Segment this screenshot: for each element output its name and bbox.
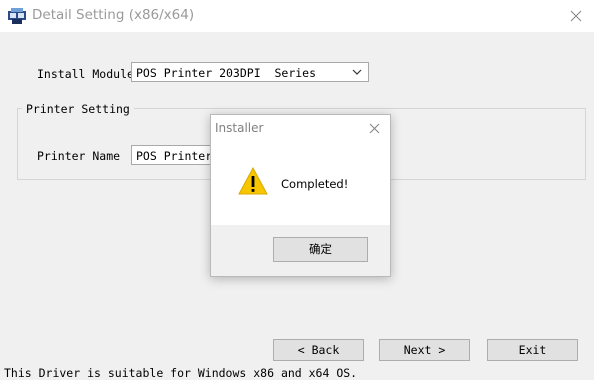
chevron-down-icon: [352, 69, 362, 75]
window-title: Detail Setting (x86/x64): [32, 7, 195, 23]
dialog-button-area: 确定: [211, 225, 390, 276]
dialog-close-icon[interactable]: [369, 123, 380, 134]
ok-button[interactable]: 确定: [273, 237, 368, 262]
detail-setting-window: Detail Setting (x86/x64) Install Module …: [0, 0, 594, 380]
back-button[interactable]: < Back: [273, 339, 364, 361]
dialog-message: Completed!: [281, 177, 349, 191]
installer-dialog: Installer Completed! 确定: [210, 114, 391, 277]
warning-icon: [238, 167, 268, 195]
dialog-title: Installer: [215, 121, 264, 135]
printer-setting-label: Printer Setting: [22, 102, 134, 116]
printer-name-value: POS Printer: [136, 149, 213, 163]
printer-name-label: Printer Name: [37, 149, 121, 163]
footer-text: This Driver is suitable for Windows x86 …: [4, 366, 358, 380]
title-bar: Detail Setting (x86/x64): [0, 0, 594, 32]
install-module-label: Install Module: [37, 67, 134, 81]
printer-name-field[interactable]: POS Printer: [131, 145, 221, 165]
install-module-select[interactable]: POS Printer 203DPI Series: [131, 62, 369, 82]
printer-app-icon: [8, 8, 26, 24]
next-button[interactable]: Next >: [379, 339, 470, 361]
close-icon[interactable]: [570, 10, 582, 22]
exit-button[interactable]: Exit: [487, 339, 578, 361]
install-module-value: POS Printer 203DPI Series: [136, 66, 317, 80]
